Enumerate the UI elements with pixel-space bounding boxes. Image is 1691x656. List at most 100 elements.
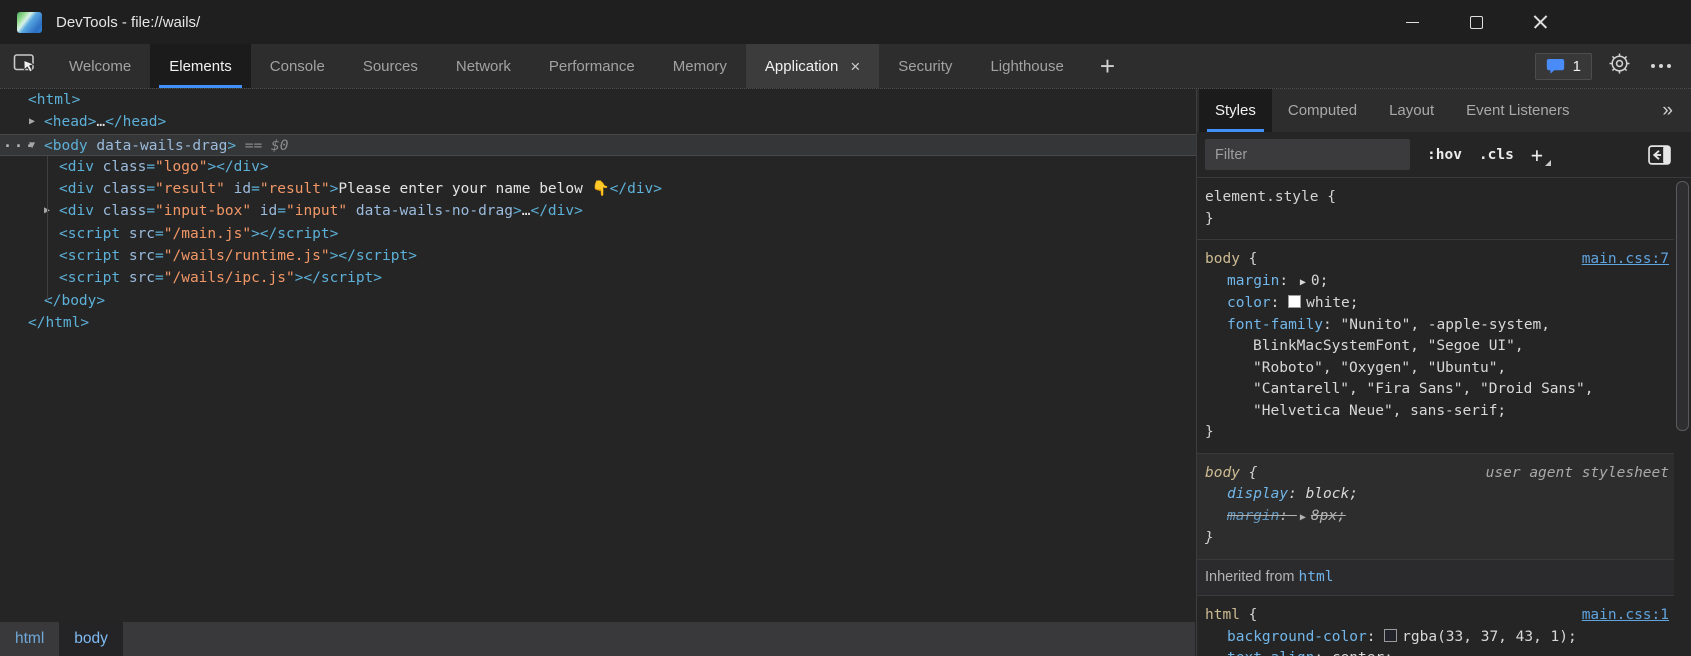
css-property[interactable]: font-family: "Nunito", -apple-system, (1205, 315, 1665, 337)
tab-sources[interactable]: Sources (344, 44, 437, 88)
property-value: 8px; (1311, 508, 1346, 524)
css-property[interactable]: display: block; (1205, 484, 1665, 506)
breadcrumb-html[interactable]: html (0, 622, 59, 656)
dom-tree-row[interactable]: </html> (0, 312, 1196, 334)
property-name: font-family (1227, 317, 1323, 333)
toggle-classes[interactable]: .cls (1479, 147, 1514, 163)
code-segment-tag: = (155, 248, 164, 264)
dom-tree-row[interactable]: </body> (0, 290, 1196, 312)
dom-tree-row[interactable]: <div class="result" id="result">Please e… (0, 178, 1196, 200)
dom-tree-row[interactable]: ···▼<body data-wails-drag> == $0 (0, 134, 1196, 156)
computed-sidebar-toggle-button[interactable] (1648, 145, 1671, 165)
code-segment-tag: > (513, 203, 522, 219)
tab-application[interactable]: Application× (746, 44, 879, 88)
styles-filter-input[interactable] (1205, 139, 1410, 170)
tab-console[interactable]: Console (251, 44, 344, 88)
expand-value-icon[interactable]: ▶ (1300, 507, 1306, 529)
code-segment-tag: <body (44, 138, 88, 154)
sidebar-tab-event-listeners[interactable]: Event Listeners (1450, 89, 1585, 132)
code-segment-val: "/main.js" (164, 226, 251, 242)
breadcrumb-body[interactable]: body (59, 622, 123, 656)
tab-memory[interactable]: Memory (654, 44, 746, 88)
dom-tree-row[interactable]: ▶<head>…</head> (0, 111, 1196, 133)
toggle-hover-state[interactable]: :hov (1427, 147, 1462, 163)
scrollbar-thumb[interactable] (1676, 181, 1689, 431)
css-property[interactable]: margin: ▶0; (1205, 271, 1665, 294)
stylesheet-source-link[interactable]: main.css:1 (1582, 605, 1669, 627)
overflow-chevron-icon[interactable]: » (1644, 89, 1691, 132)
rule-selector[interactable]: body (1205, 251, 1240, 267)
tab-network[interactable]: Network (437, 44, 530, 88)
tab-label: Lighthouse (990, 58, 1063, 75)
code-segment-val: "logo" (155, 159, 207, 175)
code-segment-attr: id (251, 203, 277, 219)
sidebar-tab-label: Computed (1288, 102, 1357, 119)
dom-tree-row[interactable]: <script src="/wails/ipc.js"></script> (0, 267, 1196, 289)
css-property[interactable]: background-color: rgba(33, 37, 43, 1); (1205, 627, 1665, 649)
code-segment-val: "/wails/ipc.js" (164, 270, 295, 286)
tab-label: Sources (363, 58, 418, 75)
code-segment-val: "/wails/runtime.js" (164, 248, 330, 264)
sidebar-tab-label: Layout (1389, 102, 1434, 119)
close-button[interactable] (1508, 0, 1572, 44)
inspect-element-button[interactable] (0, 44, 50, 88)
css-property[interactable]: color: white; (1205, 293, 1665, 315)
code-segment-val: "input-box" (155, 203, 251, 219)
dom-tree-row[interactable]: <script src="/wails/runtime.js"></script… (0, 245, 1196, 267)
style-rule-element-style: element.style {} (1197, 178, 1691, 240)
code-segment-tag: = (251, 181, 260, 197)
inherited-node-link[interactable]: html (1299, 569, 1334, 585)
tab-close-icon[interactable]: × (850, 58, 860, 75)
css-property[interactable]: margin: ▶8px; (1205, 506, 1665, 529)
sidebar-tab-computed[interactable]: Computed (1272, 89, 1373, 132)
color-swatch[interactable] (1384, 629, 1397, 642)
property-name: background-color (1227, 629, 1367, 645)
rule-selector[interactable]: body (1205, 465, 1240, 481)
style-rule-body: user agent stylesheetbody {display: bloc… (1197, 454, 1691, 560)
indent-guide-line (47, 156, 48, 301)
expand-value-icon[interactable]: ▶ (1300, 272, 1306, 294)
maximize-button[interactable] (1444, 0, 1508, 44)
tab-label: Console (270, 58, 325, 75)
minimize-button[interactable] (1380, 0, 1444, 44)
code-segment-tag: = (155, 270, 164, 286)
color-swatch[interactable] (1288, 295, 1301, 308)
tab-security[interactable]: Security (879, 44, 971, 88)
settings-button[interactable] (1608, 52, 1631, 80)
property-value: rgba(33, 37, 43, 1); (1402, 629, 1577, 645)
new-style-rule-button[interactable]: + (1531, 143, 1543, 167)
dom-tree-row[interactable]: <html> (0, 89, 1196, 111)
dom-tree-row[interactable]: <div class="logo"></div> (0, 156, 1196, 178)
styles-filter-row: :hov .cls + (1197, 132, 1691, 178)
tab-welcome[interactable]: Welcome (50, 44, 150, 88)
css-property[interactable]: text-align: center; (1205, 648, 1665, 656)
dom-tree-row[interactable]: <script src="/main.js"></script> (0, 223, 1196, 245)
sidebar-tab-styles[interactable]: Styles (1199, 89, 1272, 132)
issues-button[interactable]: 1 (1535, 53, 1592, 80)
rule-selector[interactable]: html (1205, 607, 1240, 623)
window-controls (1380, 0, 1572, 44)
property-value: white; (1306, 295, 1358, 311)
tab-lighthouse[interactable]: Lighthouse (971, 44, 1082, 88)
styles-scrollbar[interactable] (1674, 178, 1691, 656)
code-segment-tag: </body> (44, 293, 105, 309)
rule-selector[interactable]: element.style (1205, 189, 1319, 205)
style-rule-html: main.css:1html {background-color: rgba(3… (1197, 596, 1691, 656)
code-segment-attr: id (225, 181, 251, 197)
tab-performance[interactable]: Performance (530, 44, 654, 88)
minimize-icon (1406, 22, 1419, 23)
code-segment-tag: <div (59, 181, 94, 197)
stylesheet-source-link[interactable]: main.css:7 (1582, 249, 1669, 271)
expand-arrow-icon[interactable]: ▶ (29, 111, 35, 133)
add-tab-button[interactable]: + (1083, 44, 1132, 88)
dom-tree-row[interactable]: ▶<div class="input-box" id="input" data-… (0, 200, 1196, 222)
property-value: "Nunito", -apple-system, (1341, 317, 1551, 333)
collapse-arrow-icon[interactable]: ▼ (29, 135, 35, 157)
code-segment-tag: </div> (530, 203, 582, 219)
code-segment-tag: </head> (105, 114, 166, 130)
code-segment-attr: class (94, 203, 146, 219)
code-segment-tag: <div (59, 203, 94, 219)
tab-elements[interactable]: Elements (150, 44, 251, 88)
sidebar-tab-layout[interactable]: Layout (1373, 89, 1450, 132)
more-options-button[interactable] (1647, 60, 1675, 72)
